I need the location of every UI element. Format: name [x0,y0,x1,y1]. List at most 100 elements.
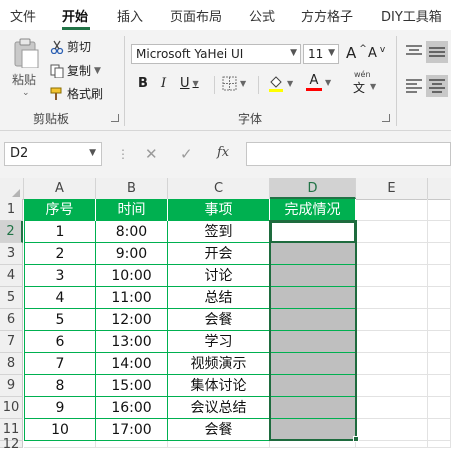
table-cell[interactable] [270,375,356,397]
table-cell[interactable] [270,243,356,265]
table-cell[interactable] [270,331,356,353]
empty-cell[interactable] [428,287,451,309]
empty-cell[interactable] [428,199,451,221]
row-header-5[interactable]: 5 [0,287,23,309]
table-cell[interactable]: 集体讨论 [168,375,270,397]
empty-cell[interactable] [356,309,428,331]
row-header-6[interactable]: 6 [0,309,23,331]
empty-cell[interactable] [356,287,428,309]
selected-cell-d2[interactable] [270,221,356,243]
italic-button[interactable]: I [161,76,166,91]
table-cell[interactable] [270,309,356,331]
table-cell[interactable]: 9 [24,397,96,419]
table-cell[interactable]: 开会 [168,243,270,265]
font-size-combo[interactable]: 11 ▼ [303,44,339,64]
tab-diy-toolbox[interactable]: DIY工具箱 [381,6,442,25]
borders-button[interactable]: ▼ [222,76,246,91]
row-header-12[interactable]: 12 [0,438,23,451]
phonetic-guide-button[interactable]: wén 文 ▼ [348,70,378,96]
confirm-entry-icon[interactable]: ✓ [180,145,193,163]
row-header-1[interactable]: 1 [0,199,23,221]
paste-button[interactable]: 粘贴 ⌄ [8,38,44,102]
row-header-10[interactable]: 10 [0,397,23,419]
row-header-8[interactable]: 8 [0,353,23,375]
empty-cell[interactable] [356,331,428,353]
chevron-down-icon[interactable]: ▼ [94,66,101,76]
fill-color-button[interactable]: ▼ [268,74,293,92]
empty-cell[interactable] [356,221,428,243]
table-cell[interactable]: 15:00 [96,375,168,397]
table-cell[interactable]: 12:00 [96,309,168,331]
table-cell[interactable]: 视频演示 [168,353,270,375]
header-cell-a[interactable]: 序号 [24,199,96,221]
empty-cell[interactable] [270,441,356,448]
empty-cell[interactable] [428,419,451,441]
table-cell[interactable] [270,419,356,441]
column-header-e[interactable]: E [356,178,428,199]
font-name-combo[interactable]: Microsoft YaHei UI ▼ [131,44,301,64]
table-cell[interactable]: 讨论 [168,265,270,287]
align-middle-button[interactable] [426,41,448,63]
empty-cell[interactable] [428,353,451,375]
empty-cell[interactable] [428,441,451,448]
empty-cell[interactable] [356,243,428,265]
table-cell[interactable]: 13:00 [96,331,168,353]
name-box[interactable]: D2 ▼ [4,142,102,166]
table-cell[interactable]: 3 [24,265,96,287]
align-top-icon[interactable] [405,44,423,60]
empty-cell[interactable] [428,243,451,265]
tab-fangfang[interactable]: 方方格子 [301,6,353,25]
empty-cell[interactable] [428,309,451,331]
table-cell[interactable]: 8 [24,375,96,397]
table-cell[interactable] [270,287,356,309]
table-cell[interactable]: 签到 [168,221,270,243]
row-header-7[interactable]: 7 [0,331,23,353]
formula-input[interactable] [246,142,451,166]
table-cell[interactable] [270,353,356,375]
table-cell[interactable]: 1 [24,221,96,243]
cut-button[interactable]: 剪切 [50,38,91,55]
empty-cell[interactable] [356,199,428,221]
empty-cell[interactable] [24,441,96,448]
table-cell[interactable]: 7 [24,353,96,375]
empty-cell[interactable] [356,353,428,375]
table-cell[interactable]: 11:00 [96,287,168,309]
empty-cell[interactable] [428,375,451,397]
empty-cell[interactable] [428,331,451,353]
tab-file[interactable]: 文件 [10,6,36,25]
copy-button[interactable]: 复制 ▼ [50,62,101,79]
table-cell[interactable]: 8:00 [96,221,168,243]
empty-cell[interactable] [356,265,428,287]
column-header-a[interactable]: A [24,178,96,199]
empty-cell[interactable] [96,441,168,448]
header-cell-d[interactable]: 完成情况 [270,199,356,221]
column-header-c[interactable]: C [168,178,270,199]
row-header-4[interactable]: 4 [0,265,23,287]
row-header-2[interactable]: 2 [0,221,23,243]
table-cell[interactable]: 17:00 [96,419,168,441]
cancel-entry-icon[interactable]: ✕ [145,145,158,163]
table-cell[interactable]: 会议总结 [168,397,270,419]
empty-cell[interactable] [356,419,428,441]
font-dialog-launcher[interactable] [382,114,390,122]
table-cell[interactable]: 4 [24,287,96,309]
table-cell[interactable]: 5 [24,309,96,331]
tab-insert[interactable]: 插入 [117,6,143,25]
empty-cell[interactable] [168,441,270,448]
tab-home[interactable]: 开始 [62,6,88,25]
empty-cell[interactable] [428,221,451,243]
row-header-9[interactable]: 9 [0,375,23,397]
table-cell[interactable]: 2 [24,243,96,265]
table-cell[interactable]: 16:00 [96,397,168,419]
header-cell-c[interactable]: 事项 [168,199,270,221]
empty-cell[interactable] [428,265,451,287]
insert-function-icon[interactable]: fx [217,145,229,160]
tab-page-layout[interactable]: 页面布局 [170,6,222,25]
empty-cell[interactable] [428,397,451,419]
align-left-icon[interactable] [405,78,423,94]
align-center-button[interactable] [426,75,448,97]
shrink-font-button[interactable]: Av [368,45,385,62]
chevron-down-icon[interactable]: ▼ [89,148,96,158]
format-painter-button[interactable]: 格式刷 [50,85,103,102]
table-cell[interactable]: 总结 [168,287,270,309]
